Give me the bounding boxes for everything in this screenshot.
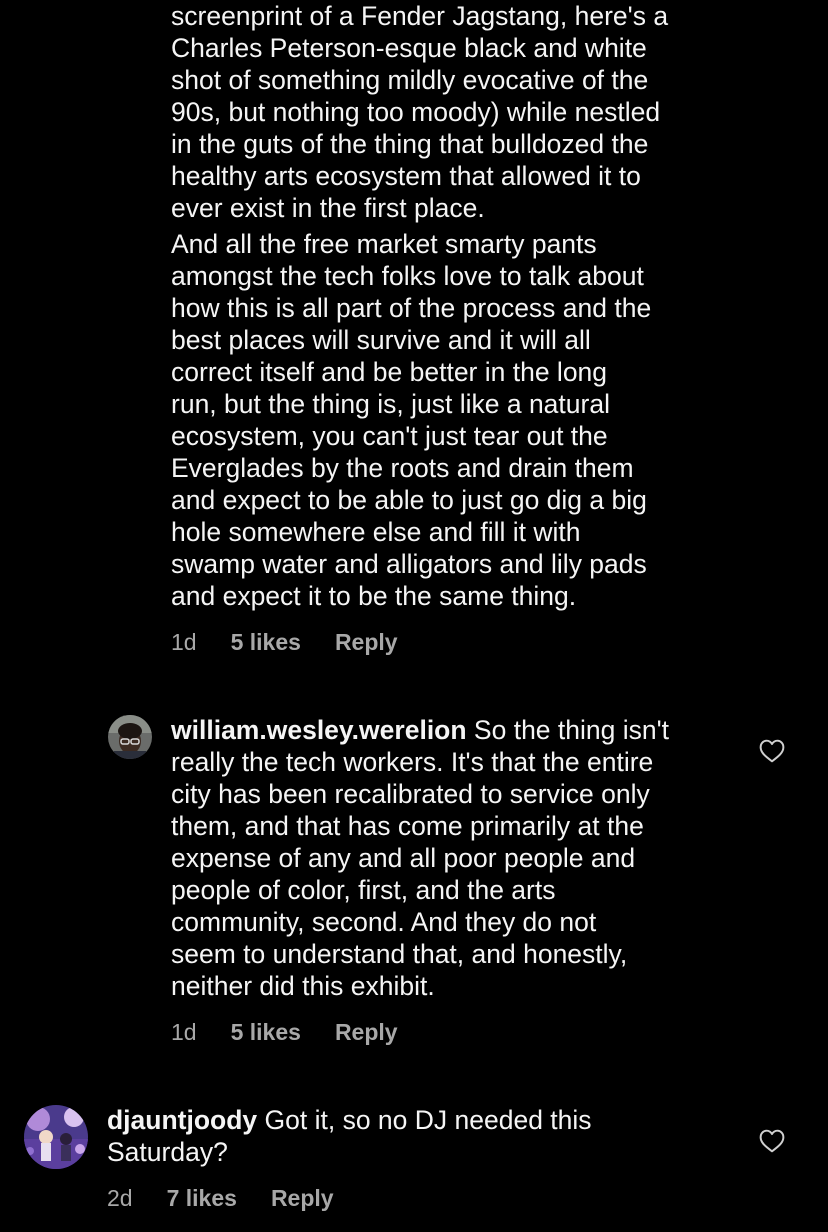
comment-text: william.wesley.werelion So the thing isn… bbox=[171, 714, 731, 1002]
avatar[interactable] bbox=[24, 1105, 88, 1169]
comment-timestamp: 1d bbox=[171, 1019, 197, 1045]
comment-timestamp: 2d bbox=[107, 1185, 133, 1211]
comment-meta: 1d 5 likes Reply bbox=[171, 1018, 398, 1046]
likes-count-button[interactable]: 5 likes bbox=[231, 628, 301, 656]
reply-button[interactable]: Reply bbox=[335, 628, 398, 656]
comment-text: screenprint of a Fender Jagstang, here's… bbox=[171, 1, 669, 223]
reply-button[interactable]: Reply bbox=[271, 1184, 334, 1212]
comment-username[interactable]: william.wesley.werelion bbox=[171, 715, 467, 745]
avatar-image bbox=[108, 715, 152, 759]
avatar[interactable] bbox=[108, 715, 152, 759]
heart-outline-icon[interactable] bbox=[759, 739, 785, 763]
comment-text: And all the free market smarty pants amo… bbox=[171, 229, 652, 611]
comment-text: djauntjoody Got it, so no DJ needed this… bbox=[107, 1104, 667, 1168]
comment-body: So the thing isn't really the tech worke… bbox=[171, 715, 670, 1001]
comment-meta: 1d 5 likes Reply bbox=[171, 628, 398, 656]
comment-meta: 2d 7 likes Reply bbox=[107, 1184, 334, 1212]
reply-button[interactable]: Reply bbox=[335, 1018, 398, 1046]
comment-username[interactable]: djauntjoody bbox=[107, 1105, 257, 1135]
likes-count-button[interactable]: 7 likes bbox=[167, 1184, 237, 1212]
likes-count-button[interactable]: 5 likes bbox=[231, 1018, 301, 1046]
comment-timestamp: 1d bbox=[171, 629, 197, 655]
heart-outline-icon[interactable] bbox=[759, 1129, 785, 1153]
avatar-image bbox=[24, 1105, 88, 1169]
